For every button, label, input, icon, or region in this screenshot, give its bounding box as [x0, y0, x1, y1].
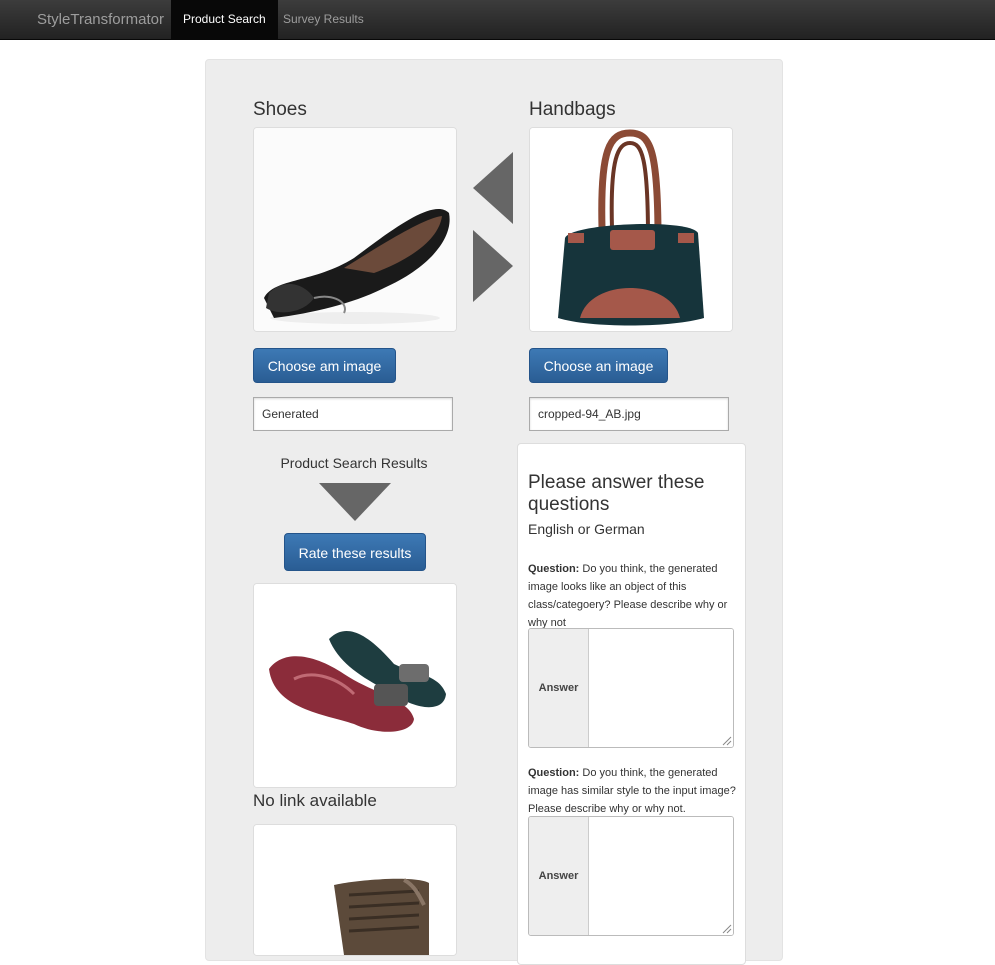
handbag-image	[529, 127, 733, 332]
rate-results-button[interactable]: Rate these results	[284, 533, 426, 571]
answer-label: Answer	[529, 629, 589, 747]
answer-box-2: Answer	[528, 816, 734, 936]
choose-image-right-button[interactable]: Choose an image	[529, 348, 668, 383]
left-filename-input[interactable]: Generated	[253, 397, 453, 431]
survey-title: Please answer these questions	[528, 472, 705, 515]
result-image-1[interactable]	[253, 583, 457, 788]
shoe-image	[253, 127, 457, 332]
question-2: Question: Do you think, the generated im…	[528, 764, 740, 818]
product-search-results-heading: Product Search Results	[280, 455, 428, 471]
question-1: Question: Do you think, the generated im…	[528, 560, 740, 632]
arrow-down-icon	[319, 483, 391, 521]
answer-textarea-2[interactable]	[589, 817, 733, 935]
result-image-2[interactable]	[253, 824, 457, 956]
handbags-title: Handbags	[529, 99, 616, 120]
arrow-right-icon[interactable]	[473, 230, 513, 302]
right-filename-input[interactable]: cropped-94_AB.jpg	[529, 397, 729, 431]
answer-box-1: Answer	[528, 628, 734, 748]
navbar: StyleTransformator Product Search Survey…	[0, 0, 995, 40]
brand-logo[interactable]: StyleTransformator	[37, 0, 164, 39]
choose-image-left-button[interactable]: Choose am image	[253, 348, 396, 383]
survey-subtitle: English or German	[528, 521, 645, 537]
answer-textarea-1[interactable]	[589, 629, 733, 747]
survey-panel: Please answer these questions English or…	[517, 443, 746, 965]
resize-grip-icon[interactable]	[720, 734, 732, 746]
question-label: Question:	[528, 563, 580, 575]
answer-label: Answer	[529, 817, 589, 935]
resize-grip-icon[interactable]	[720, 922, 732, 934]
tab-survey-results[interactable]: Survey Results	[271, 0, 376, 39]
arrow-left-icon[interactable]	[473, 152, 513, 224]
no-link-text: No link available	[253, 791, 377, 810]
shoes-title: Shoes	[253, 99, 307, 120]
tab-product-search[interactable]: Product Search	[171, 0, 278, 39]
question-label: Question:	[528, 767, 580, 779]
